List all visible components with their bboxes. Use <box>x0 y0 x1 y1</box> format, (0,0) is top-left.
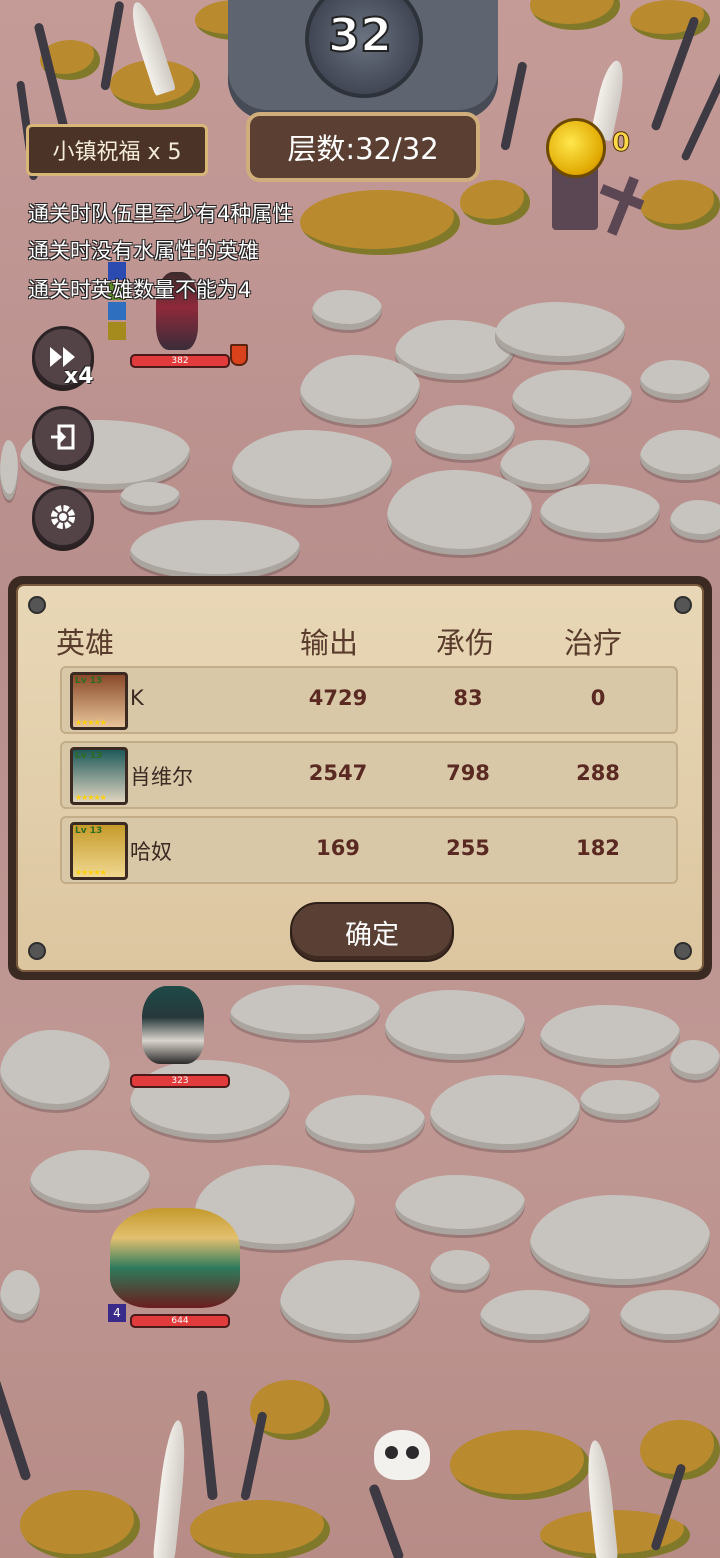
bush <box>20 1490 140 1558</box>
header-taken: 承伤 <box>436 626 495 660</box>
header-damage: 输出 <box>300 626 359 660</box>
damage-value: 2547 <box>308 761 368 785</box>
coin-count: 0 <box>611 128 631 159</box>
stone <box>640 430 720 480</box>
rivet <box>28 942 46 960</box>
stone <box>0 1030 110 1110</box>
battle-result-panel: 英雄 输出 承伤 治疗 Lv 13 ★★★★★ K 4729 83 0 Lv 1… <box>8 576 712 980</box>
bush <box>460 180 530 225</box>
floor-number: 32 <box>327 7 393 63</box>
stone <box>230 985 380 1040</box>
stone <box>620 1290 720 1340</box>
hero-portrait: Lv 13 ★★★★★ <box>70 822 128 880</box>
speed-label: x4 <box>64 364 94 389</box>
stone <box>480 1290 590 1340</box>
bush <box>300 190 460 255</box>
stone <box>640 360 710 400</box>
ally-hp-bar: 323 <box>130 1074 230 1088</box>
stone <box>385 990 525 1060</box>
bush <box>530 0 620 30</box>
exit-icon <box>51 424 75 450</box>
condition-3: 通关时英雄数量不能为4 <box>28 278 252 302</box>
hero-row: Lv 13 ★★★★★ 哈奴 169 255 182 <box>60 816 678 884</box>
stone <box>540 1005 680 1065</box>
rivet <box>674 942 692 960</box>
bush <box>640 180 720 230</box>
stone <box>130 520 300 580</box>
bush <box>190 1500 330 1558</box>
ally-hp-bar: 644 <box>130 1314 230 1328</box>
stone <box>312 290 382 330</box>
taken-value: 798 <box>446 761 490 785</box>
coin-icon <box>546 118 606 178</box>
stone <box>415 405 515 460</box>
hero-portrait: Lv 13 ★★★★★ <box>70 747 128 805</box>
condition-2: 通关时没有水属性的英雄 <box>28 239 259 263</box>
stone <box>300 355 420 425</box>
heal-value: 0 <box>590 686 606 710</box>
condition-1: 通关时队伍里至少有4种属性 <box>28 202 294 226</box>
header-hero: 英雄 <box>56 626 115 660</box>
damage-value: 169 <box>316 836 360 860</box>
panel-parchment: 英雄 输出 承伤 治疗 Lv 13 ★★★★★ K 4729 83 0 Lv 1… <box>16 584 704 972</box>
ally-unit[interactable]: 323 <box>120 980 240 1090</box>
stone <box>670 1040 720 1080</box>
stone <box>580 1080 660 1120</box>
thorn-spike <box>0 1373 32 1482</box>
hero-name: 肖维尔 <box>130 765 193 789</box>
rivet <box>674 596 692 614</box>
shield-icon <box>230 344 248 366</box>
heal-value: 182 <box>576 836 620 860</box>
hero-row: Lv 13 ★★★★★ K 4729 83 0 <box>60 666 678 734</box>
stone <box>512 370 632 425</box>
taken-value: 83 <box>453 686 483 710</box>
enemy-hp-bar: 382 <box>130 354 230 368</box>
bush <box>450 1430 590 1500</box>
stone <box>670 500 720 540</box>
gear-icon <box>51 505 75 529</box>
blessing-counter[interactable]: 小镇祝福 x 5 <box>26 124 208 176</box>
stone <box>500 440 590 490</box>
thorn-spike <box>367 1483 405 1558</box>
stone <box>387 470 532 555</box>
stone <box>430 1075 580 1150</box>
damage-value: 4729 <box>308 686 368 710</box>
exit-button[interactable] <box>32 406 94 468</box>
thorn-spike <box>240 1411 268 1501</box>
stone <box>0 440 18 500</box>
stone <box>280 1260 420 1340</box>
hero-name: K <box>130 686 144 710</box>
thorn-spike <box>680 67 720 162</box>
settings-button[interactable] <box>32 486 94 548</box>
stone <box>232 430 392 505</box>
stone <box>0 1270 40 1320</box>
layer-indicator: 层数:32/32 <box>246 112 480 182</box>
hero-name: 哈奴 <box>130 840 172 864</box>
thorn-spike <box>196 1390 218 1501</box>
stone <box>305 1095 425 1150</box>
hero-portrait: Lv 13 ★★★★★ <box>70 672 128 730</box>
ally-unit[interactable]: 4 644 <box>104 1200 244 1330</box>
taken-value: 255 <box>446 836 490 860</box>
rivet <box>28 596 46 614</box>
header-heal: 治疗 <box>564 626 623 660</box>
thorn-spike <box>500 61 528 151</box>
heal-value: 288 <box>576 761 620 785</box>
ally-sprite <box>142 986 204 1064</box>
stone <box>530 1195 710 1285</box>
stone <box>395 1175 525 1235</box>
stone <box>540 484 660 539</box>
skull-decoration <box>374 1430 430 1480</box>
ally-sprite <box>110 1208 240 1308</box>
stone <box>430 1250 490 1290</box>
confirm-button[interactable]: 确定 <box>290 902 454 962</box>
tusk <box>152 1419 190 1558</box>
stone <box>495 302 625 362</box>
hero-row: Lv 13 ★★★★★ 肖维尔 2547 798 288 <box>60 741 678 809</box>
level-badge: 4 <box>108 1304 126 1322</box>
stone <box>120 482 180 512</box>
